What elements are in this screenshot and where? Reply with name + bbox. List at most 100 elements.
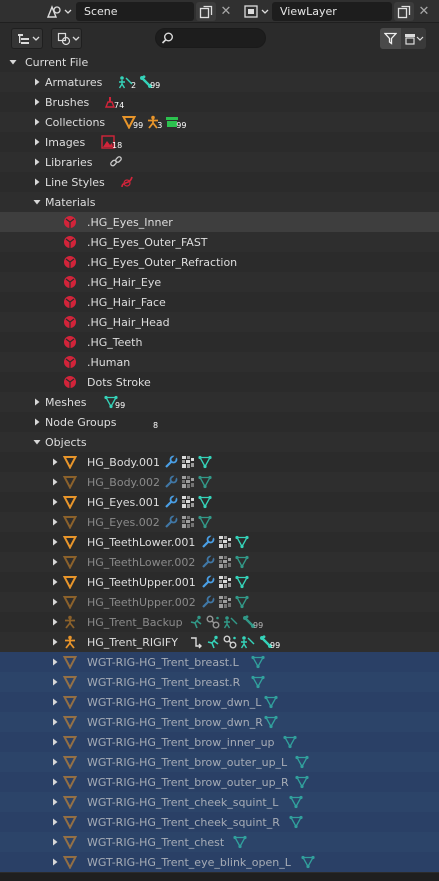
scene-copy-button[interactable] xyxy=(196,2,216,21)
linestyle-icon[interactable] xyxy=(120,175,134,189)
tree-row-collections[interactable]: Collections 99 3 99 xyxy=(0,112,439,132)
expand-arrow-icon[interactable] xyxy=(50,737,60,747)
modifier-wrench-icon[interactable] xyxy=(201,535,215,549)
tree-row-human[interactable]: .Human xyxy=(0,352,439,372)
modifier-wrench-icon[interactable] xyxy=(201,575,215,589)
expand-arrow-icon[interactable] xyxy=(32,157,42,167)
expand-arrow-icon[interactable] xyxy=(50,517,60,527)
view-layer-icon[interactable] xyxy=(242,2,272,21)
tree-row-materials[interactable]: Materials xyxy=(0,192,439,212)
tree-row-node-groups[interactable]: Node Groups 8 xyxy=(0,412,439,432)
search-field[interactable] xyxy=(155,28,266,48)
filter-button[interactable] xyxy=(380,28,401,49)
vertex-groups-icon[interactable] xyxy=(181,475,195,489)
tree-row-dots-stroke[interactable]: Dots Stroke xyxy=(0,372,439,392)
tree-row-current-file[interactable]: Current File xyxy=(0,52,439,72)
expand-arrow-icon[interactable] xyxy=(50,637,60,647)
mesh-data-icon[interactable] xyxy=(233,835,247,849)
pose-icon[interactable] xyxy=(189,615,203,629)
modifier-wrench-icon[interactable] xyxy=(201,595,215,609)
mesh-data-icon[interactable] xyxy=(295,775,309,789)
link-icon[interactable] xyxy=(109,155,123,169)
expand-arrow-icon[interactable] xyxy=(32,177,42,187)
expand-arrow-icon[interactable] xyxy=(32,397,42,407)
armature-data-icon[interactable] xyxy=(223,615,239,629)
tree-row-hg-eyes-outer-fast[interactable]: .HG_Eyes_Outer_FAST xyxy=(0,232,439,252)
brush-icon[interactable]: 74 xyxy=(103,94,124,110)
tree-row-armatures[interactable]: Armatures 2 99 xyxy=(0,72,439,92)
bone-icon[interactable]: 99 xyxy=(139,74,160,90)
expand-arrow-icon[interactable] xyxy=(50,597,60,607)
modifier-wrench-icon[interactable] xyxy=(164,495,178,509)
expand-arrow-icon[interactable] xyxy=(32,137,42,147)
bone-icon[interactable]: 99 xyxy=(242,614,263,630)
mesh-data-icon[interactable] xyxy=(289,815,303,829)
armature-object-icon[interactable]: 3 xyxy=(146,114,162,130)
tree-row-libraries[interactable]: Libraries xyxy=(0,152,439,172)
expand-arrow-icon[interactable] xyxy=(50,657,60,667)
modifier-wrench-icon[interactable] xyxy=(201,555,215,569)
tree-row-wgt-rig-hg-trent-breast-l[interactable]: WGT-RIG-HG_Trent_breast.L xyxy=(0,652,439,672)
mesh-data-icon[interactable] xyxy=(235,575,249,589)
expand-arrow-icon[interactable] xyxy=(50,677,60,687)
view-layer-copy-button[interactable] xyxy=(394,2,414,21)
mesh-data-icon[interactable]: 99 xyxy=(104,394,125,410)
mesh-data-icon[interactable] xyxy=(289,795,303,809)
expand-arrow-icon[interactable] xyxy=(50,717,60,727)
pose-icon[interactable] xyxy=(206,635,220,649)
tree-row-hg-hair-head[interactable]: .HG_Hair_Head xyxy=(0,312,439,332)
bone-icon[interactable]: 99 xyxy=(259,634,280,650)
mesh-data-icon[interactable] xyxy=(198,515,212,529)
mesh-data-icon[interactable] xyxy=(198,495,212,509)
mesh-data-icon[interactable] xyxy=(295,755,309,769)
mesh-data-icon[interactable] xyxy=(251,655,265,669)
collapse-arrow-icon[interactable] xyxy=(32,197,42,207)
mesh-data-icon[interactable] xyxy=(235,555,249,569)
tree-row-hg-hair-eye[interactable]: .HG_Hair_Eye xyxy=(0,272,439,292)
expand-arrow-icon[interactable] xyxy=(50,777,60,787)
tree-row-wgt-rig-hg-trent-breast-r[interactable]: WGT-RIG-HG_Trent_breast.R xyxy=(0,672,439,692)
tree-row-hg-trent-rigify[interactable]: HG_Trent_RIGIFY 99 xyxy=(0,632,439,652)
expand-arrow-icon[interactable] xyxy=(50,837,60,847)
tree-row-hg-teethupper-002[interactable]: HG_TeethUpper.002 xyxy=(0,592,439,612)
expand-arrow-icon[interactable] xyxy=(50,477,60,487)
new-collection-button[interactable] xyxy=(401,28,426,49)
tree-row-hg-teethlower-001[interactable]: HG_TeethLower.001 xyxy=(0,532,439,552)
armature-data-icon[interactable]: 2 xyxy=(118,74,136,90)
tree-row-wgt-rig-hg-trent-chest[interactable]: WGT-RIG-HG_Trent_chest xyxy=(0,832,439,852)
expand-arrow-icon[interactable] xyxy=(50,577,60,587)
expand-arrow-icon[interactable] xyxy=(32,77,42,87)
expand-arrow-icon[interactable] xyxy=(50,457,60,467)
tree-row-hg-eyes-002[interactable]: HG_Eyes.002 xyxy=(0,512,439,532)
expand-arrow-icon[interactable] xyxy=(50,537,60,547)
modifier-wrench-icon[interactable] xyxy=(164,515,178,529)
tree-row-hg-teethlower-002[interactable]: HG_TeethLower.002 xyxy=(0,552,439,572)
filter-mode-dropdown[interactable] xyxy=(51,28,82,49)
tree-row-wgt-rig-hg-trent-brow-inner-up[interactable]: WGT-RIG-HG_Trent_brow_inner_up xyxy=(0,732,439,752)
tree-row-hg-body-001[interactable]: HG_Body.001 xyxy=(0,452,439,472)
vertex-groups-icon[interactable] xyxy=(218,555,232,569)
collapse-arrow-icon[interactable] xyxy=(8,57,18,67)
search-input[interactable] xyxy=(178,29,262,47)
expand-arrow-icon[interactable] xyxy=(50,857,60,867)
expand-arrow-icon[interactable] xyxy=(50,697,60,707)
node-group-icon[interactable]: 8 xyxy=(142,414,158,430)
expand-arrow-icon[interactable] xyxy=(50,797,60,807)
vertex-groups-icon[interactable] xyxy=(181,515,195,529)
mesh-data-icon[interactable] xyxy=(301,855,315,869)
tree-row-wgt-rig-hg-trent-brow-dwn-l[interactable]: WGT-RIG-HG_Trent_brow_dwn_L xyxy=(0,692,439,712)
scene-name-field[interactable]: Scene xyxy=(76,2,194,21)
collapse-arrow-icon[interactable] xyxy=(32,437,42,447)
expand-arrow-icon[interactable] xyxy=(50,557,60,567)
armature-data-icon[interactable] xyxy=(240,635,256,649)
expand-arrow-icon[interactable] xyxy=(32,117,42,127)
tree-row-hg-teethupper-001[interactable]: HG_TeethUpper.001 xyxy=(0,572,439,592)
mesh-data-icon[interactable] xyxy=(198,475,212,489)
expand-arrow-icon[interactable] xyxy=(32,97,42,107)
vertex-groups-icon[interactable] xyxy=(218,575,232,589)
mesh-data-icon[interactable] xyxy=(251,675,265,689)
tree-row-objects[interactable]: Objects xyxy=(0,432,439,452)
tree-row-line-styles[interactable]: Line Styles xyxy=(0,172,439,192)
driver-icon[interactable] xyxy=(189,635,203,649)
modifier-wrench-icon[interactable] xyxy=(164,455,178,469)
